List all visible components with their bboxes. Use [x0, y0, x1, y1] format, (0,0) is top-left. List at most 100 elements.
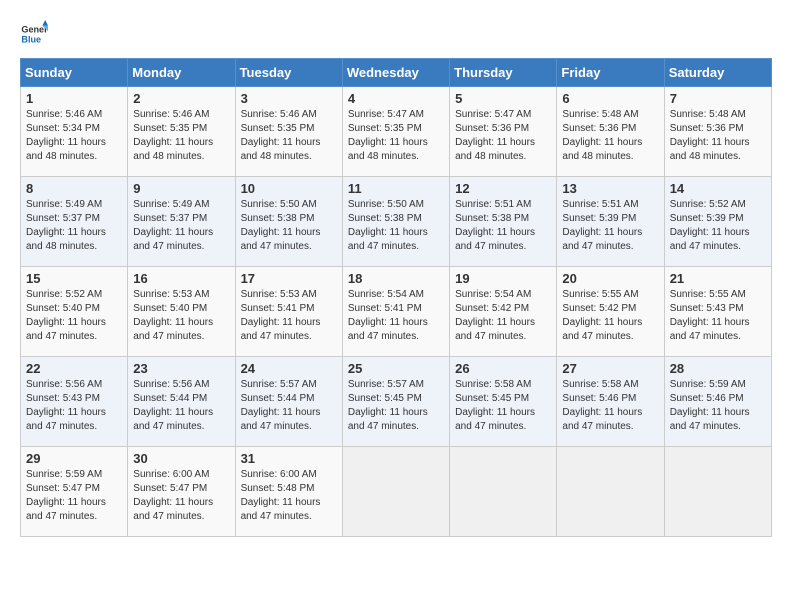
day-info: Sunrise: 5:49 AM Sunset: 5:37 PM Dayligh…: [26, 198, 122, 254]
day-info: Sunrise: 5:59 AM Sunset: 5:46 PM Dayligh…: [670, 378, 766, 434]
day-number: 3: [241, 91, 337, 106]
calendar-day: 27 Sunrise: 5:58 AM Sunset: 5:46 PM Dayli…: [557, 357, 664, 447]
col-header-thursday: Thursday: [450, 59, 557, 87]
calendar-day: 4Sunrise: 5:47 AM Sunset: 5:35 PM Daylig…: [342, 87, 449, 177]
calendar-day: 21 Sunrise: 5:55 AM Sunset: 5:43 PM Dayli…: [664, 267, 771, 357]
calendar-week-3: 15 Sunrise: 5:52 AM Sunset: 5:40 PM Dayli…: [21, 267, 772, 357]
day-info: Sunrise: 5:47 AM Sunset: 5:35 PM Dayligh…: [348, 108, 444, 164]
calendar-day: 7 Sunrise: 5:48 AM Sunset: 5:36 PM Daylig…: [664, 87, 771, 177]
calendar-week-5: 29 Sunrise: 5:59 AM Sunset: 5:47 PM Dayli…: [21, 447, 772, 537]
calendar-day: 13 Sunrise: 5:51 AM Sunset: 5:39 PM Dayli…: [557, 177, 664, 267]
day-number: 30: [133, 451, 229, 466]
day-number: 14: [670, 181, 766, 196]
calendar-day: 26Sunrise: 5:58 AM Sunset: 5:45 PM Dayli…: [450, 357, 557, 447]
day-info: Sunrise: 5:50 AM Sunset: 5:38 PM Dayligh…: [348, 198, 444, 254]
day-number: 29: [26, 451, 122, 466]
day-info: Sunrise: 5:47 AM Sunset: 5:36 PM Dayligh…: [455, 108, 551, 164]
day-number: 20: [562, 271, 658, 286]
day-info: Sunrise: 5:54 AM Sunset: 5:42 PM Dayligh…: [455, 288, 551, 344]
calendar-table: SundayMondayTuesdayWednesdayThursdayFrid…: [20, 58, 772, 537]
calendar-day: [557, 447, 664, 537]
day-info: Sunrise: 5:52 AM Sunset: 5:40 PM Dayligh…: [26, 288, 122, 344]
day-number: 7: [670, 91, 766, 106]
day-info: Sunrise: 5:53 AM Sunset: 5:40 PM Dayligh…: [133, 288, 229, 344]
day-number: 5: [455, 91, 551, 106]
calendar-day: 23 Sunrise: 5:56 AM Sunset: 5:44 PM Dayli…: [128, 357, 235, 447]
calendar-day: [664, 447, 771, 537]
day-number: 6: [562, 91, 658, 106]
logo-icon: General Blue: [20, 20, 48, 48]
calendar-day: 22 Sunrise: 5:56 AM Sunset: 5:43 PM Dayli…: [21, 357, 128, 447]
day-number: 24: [241, 361, 337, 376]
page-header: General Blue: [20, 20, 772, 48]
calendar-week-1: 1 Sunrise: 5:46 AM Sunset: 5:34 PM Daylig…: [21, 87, 772, 177]
day-number: 31: [241, 451, 337, 466]
day-info: Sunrise: 5:54 AM Sunset: 5:41 PM Dayligh…: [348, 288, 444, 344]
day-info: Sunrise: 5:59 AM Sunset: 5:47 PM Dayligh…: [26, 468, 122, 524]
calendar-day: 1 Sunrise: 5:46 AM Sunset: 5:34 PM Daylig…: [21, 87, 128, 177]
col-header-saturday: Saturday: [664, 59, 771, 87]
calendar-day: 9 Sunrise: 5:49 AM Sunset: 5:37 PM Daylig…: [128, 177, 235, 267]
col-header-friday: Friday: [557, 59, 664, 87]
day-number: 12: [455, 181, 551, 196]
col-header-monday: Monday: [128, 59, 235, 87]
col-header-wednesday: Wednesday: [342, 59, 449, 87]
day-number: 23: [133, 361, 229, 376]
day-info: Sunrise: 5:46 AM Sunset: 5:34 PM Dayligh…: [26, 108, 122, 164]
day-number: 22: [26, 361, 122, 376]
day-number: 1: [26, 91, 122, 106]
calendar-day: 16 Sunrise: 5:53 AM Sunset: 5:40 PM Dayli…: [128, 267, 235, 357]
calendar-day: 30Sunrise: 6:00 AM Sunset: 5:47 PM Dayli…: [128, 447, 235, 537]
day-info: Sunrise: 5:57 AM Sunset: 5:44 PM Dayligh…: [241, 378, 337, 434]
calendar-day: 20 Sunrise: 5:55 AM Sunset: 5:42 PM Dayli…: [557, 267, 664, 357]
calendar-day: 6Sunrise: 5:48 AM Sunset: 5:36 PM Daylig…: [557, 87, 664, 177]
day-info: Sunrise: 5:48 AM Sunset: 5:36 PM Dayligh…: [670, 108, 766, 164]
day-info: Sunrise: 5:49 AM Sunset: 5:37 PM Dayligh…: [133, 198, 229, 254]
day-info: Sunrise: 5:58 AM Sunset: 5:46 PM Dayligh…: [562, 378, 658, 434]
day-info: Sunrise: 5:53 AM Sunset: 5:41 PM Dayligh…: [241, 288, 337, 344]
calendar-day: 10Sunrise: 5:50 AM Sunset: 5:38 PM Dayli…: [235, 177, 342, 267]
calendar-day: 2Sunrise: 5:46 AM Sunset: 5:35 PM Daylig…: [128, 87, 235, 177]
day-number: 26: [455, 361, 551, 376]
day-number: 27: [562, 361, 658, 376]
calendar-header-row: SundayMondayTuesdayWednesdayThursdayFrid…: [21, 59, 772, 87]
calendar-day: 15 Sunrise: 5:52 AM Sunset: 5:40 PM Dayli…: [21, 267, 128, 357]
calendar-day: [450, 447, 557, 537]
calendar-day: 31 Sunrise: 6:00 AM Sunset: 5:48 PM Dayli…: [235, 447, 342, 537]
day-number: 16: [133, 271, 229, 286]
day-number: 25: [348, 361, 444, 376]
day-info: Sunrise: 5:50 AM Sunset: 5:38 PM Dayligh…: [241, 198, 337, 254]
day-info: Sunrise: 5:56 AM Sunset: 5:44 PM Dayligh…: [133, 378, 229, 434]
calendar-day: 17 Sunrise: 5:53 AM Sunset: 5:41 PM Dayli…: [235, 267, 342, 357]
calendar-day: 11 Sunrise: 5:50 AM Sunset: 5:38 PM Dayli…: [342, 177, 449, 267]
day-number: 13: [562, 181, 658, 196]
day-number: 11: [348, 181, 444, 196]
calendar-week-2: 8 Sunrise: 5:49 AM Sunset: 5:37 PM Daylig…: [21, 177, 772, 267]
calendar-day: 8 Sunrise: 5:49 AM Sunset: 5:37 PM Daylig…: [21, 177, 128, 267]
day-number: 19: [455, 271, 551, 286]
day-number: 21: [670, 271, 766, 286]
calendar-day: 19 Sunrise: 5:54 AM Sunset: 5:42 PM Dayli…: [450, 267, 557, 357]
day-number: 28: [670, 361, 766, 376]
day-info: Sunrise: 5:51 AM Sunset: 5:39 PM Dayligh…: [562, 198, 658, 254]
day-number: 9: [133, 181, 229, 196]
calendar-day: 18 Sunrise: 5:54 AM Sunset: 5:41 PM Dayli…: [342, 267, 449, 357]
day-info: Sunrise: 5:56 AM Sunset: 5:43 PM Dayligh…: [26, 378, 122, 434]
calendar-day: 12Sunrise: 5:51 AM Sunset: 5:38 PM Dayli…: [450, 177, 557, 267]
day-number: 15: [26, 271, 122, 286]
calendar-day: 24 Sunrise: 5:57 AM Sunset: 5:44 PM Dayli…: [235, 357, 342, 447]
calendar-day: 29 Sunrise: 5:59 AM Sunset: 5:47 PM Dayli…: [21, 447, 128, 537]
day-info: Sunrise: 6:00 AM Sunset: 5:48 PM Dayligh…: [241, 468, 337, 524]
col-header-tuesday: Tuesday: [235, 59, 342, 87]
calendar-day: 5 Sunrise: 5:47 AM Sunset: 5:36 PM Daylig…: [450, 87, 557, 177]
day-info: Sunrise: 5:46 AM Sunset: 5:35 PM Dayligh…: [241, 108, 337, 164]
day-number: 8: [26, 181, 122, 196]
day-info: Sunrise: 5:46 AM Sunset: 5:35 PM Dayligh…: [133, 108, 229, 164]
logo: General Blue: [20, 20, 48, 48]
day-number: 18: [348, 271, 444, 286]
calendar-week-4: 22 Sunrise: 5:56 AM Sunset: 5:43 PM Dayli…: [21, 357, 772, 447]
day-info: Sunrise: 5:55 AM Sunset: 5:43 PM Dayligh…: [670, 288, 766, 344]
day-info: Sunrise: 5:57 AM Sunset: 5:45 PM Dayligh…: [348, 378, 444, 434]
day-info: Sunrise: 5:55 AM Sunset: 5:42 PM Dayligh…: [562, 288, 658, 344]
day-number: 17: [241, 271, 337, 286]
